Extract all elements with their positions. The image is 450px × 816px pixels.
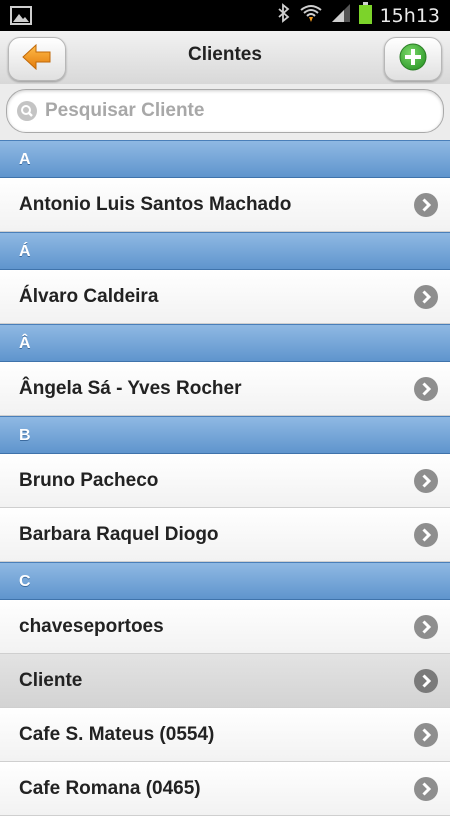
- list-item[interactable]: Antonio Luis Santos Machado: [0, 178, 450, 232]
- status-bar: 15h13: [0, 0, 450, 31]
- clock: 15h13: [379, 4, 440, 27]
- client-name: chaveseportoes: [19, 616, 164, 637]
- add-plus-icon: [399, 43, 427, 76]
- chevron-right-icon: [414, 723, 438, 747]
- list-item[interactable]: Bruno Pacheco: [0, 454, 450, 508]
- client-name: Antonio Luis Santos Machado: [19, 194, 292, 215]
- list-divider-c: C: [0, 562, 450, 600]
- list-divider-a-circumflex: Â: [0, 324, 450, 362]
- signal-strength-icon: [331, 3, 351, 28]
- add-client-button[interactable]: [384, 37, 442, 81]
- search-input[interactable]: [43, 96, 437, 126]
- list-item[interactable]: Barbara Raquel Diogo: [0, 508, 450, 562]
- chevron-right-icon: [414, 377, 438, 401]
- list-item[interactable]: Cafe Romana (0465): [0, 762, 450, 816]
- chevron-right-icon: [414, 285, 438, 309]
- chevron-right-icon: [414, 777, 438, 801]
- client-name: Ângela Sá - Yves Rocher: [19, 378, 242, 399]
- bluetooth-icon: [277, 3, 291, 28]
- list-item[interactable]: Álvaro Caldeira: [0, 270, 450, 324]
- search-box[interactable]: [6, 89, 444, 133]
- chevron-right-icon: [414, 469, 438, 493]
- chevron-right-icon: [414, 615, 438, 639]
- page-title: Clientes: [188, 44, 262, 65]
- client-name: Cliente: [19, 670, 83, 691]
- chevron-right-icon: [414, 669, 438, 693]
- client-name: Álvaro Caldeira: [19, 286, 159, 307]
- battery-icon: [358, 2, 372, 29]
- app-header: Clientes: [0, 31, 450, 85]
- list-item[interactable]: chaveseportoes: [0, 600, 450, 654]
- list-divider-a: A: [0, 140, 450, 178]
- search-bar: [0, 84, 450, 140]
- list-item-selected[interactable]: Cliente: [0, 654, 450, 708]
- client-name: Cafe Romana (0465): [19, 778, 201, 799]
- client-list: A Antonio Luis Santos Machado Á Álvaro C…: [0, 140, 450, 816]
- chevron-right-icon: [414, 193, 438, 217]
- client-name: Barbara Raquel Diogo: [19, 524, 219, 545]
- search-icon: [16, 100, 38, 127]
- list-divider-b: B: [0, 416, 450, 454]
- client-name: Cafe S. Mateus (0554): [19, 724, 215, 745]
- gallery-notification-icon: [10, 6, 32, 30]
- list-divider-a-acute: Á: [0, 232, 450, 270]
- list-item[interactable]: Ângela Sá - Yves Rocher: [0, 362, 450, 416]
- wifi-icon: [299, 3, 323, 28]
- client-name: Bruno Pacheco: [19, 470, 159, 491]
- chevron-right-icon: [414, 523, 438, 547]
- list-item[interactable]: Cafe S. Mateus (0554): [0, 708, 450, 762]
